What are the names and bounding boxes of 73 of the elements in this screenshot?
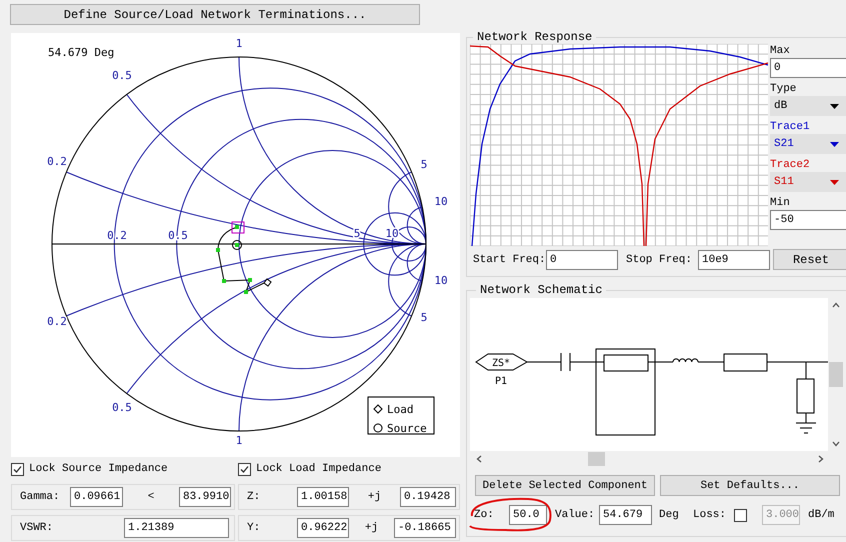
dropdown-caret-icon — [830, 142, 839, 146]
port-symbol: ZS* — [492, 358, 510, 369]
input-field[interactable]: 0.96222 — [297, 518, 349, 538]
chart-label: 1 — [236, 37, 242, 50]
field-label: Y: — [247, 522, 262, 534]
reset-button[interactable]: Reset — [773, 249, 846, 270]
chart-label: 10 — [434, 274, 448, 287]
set-defaults-button[interactable]: Set Defaults... — [660, 475, 840, 496]
input-field[interactable]: 0.19428 — [400, 487, 456, 507]
chart-label: 10 — [434, 195, 448, 208]
chart-label: 5 — [420, 158, 428, 171]
field-label: Value: — [555, 509, 596, 521]
input-field[interactable]: 10e9 — [698, 250, 770, 270]
field-label: Loss: — [693, 509, 728, 521]
unit-label: dB/m — [808, 509, 834, 521]
input-field[interactable]: 1.00158 — [297, 487, 349, 507]
input-field[interactable]: -50 — [770, 210, 846, 230]
chart-label: 0.2 — [47, 155, 67, 168]
panel-title: Network Schematic — [479, 283, 604, 297]
input-field[interactable]: 83.9910 — [178, 487, 231, 507]
field-label: Start Freq: — [473, 254, 546, 266]
input-field[interactable]: 1.21389 — [124, 518, 229, 538]
trace-dropdown[interactable]: S21 — [770, 134, 846, 154]
checkbox[interactable] — [734, 508, 747, 522]
field-label: Stop Freq: — [626, 254, 694, 266]
angle-symbol: < — [148, 491, 154, 503]
type-dropdown[interactable]: dB — [770, 96, 846, 116]
trace-dropdown[interactable]: S11 — [770, 172, 846, 192]
field-label: VSWR: — [20, 522, 54, 534]
scrollbar-thumb[interactable] — [588, 452, 605, 466]
field-label: Z: — [247, 491, 262, 503]
field-label: Zo: — [474, 509, 495, 521]
input-field[interactable]: 50.0 — [509, 505, 547, 525]
field-label: Max — [770, 45, 791, 58]
chart-label: 0.5 — [112, 69, 132, 82]
legend-label: Load — [387, 403, 414, 416]
scroll-right-icon[interactable] — [818, 455, 824, 463]
legend-label: Source — [387, 422, 427, 435]
unit-label: Deg — [659, 509, 680, 521]
scroll-down-icon[interactable] — [832, 441, 840, 447]
checkbox-label: Lock Source Impedance — [29, 463, 168, 475]
chart-label: 0.2 — [47, 315, 67, 328]
field-label: Min — [770, 197, 791, 210]
checkbox-label: Lock Load Impedance — [256, 463, 382, 475]
dropdown-caret-icon — [830, 104, 839, 108]
diamond-icon — [373, 404, 383, 414]
imaginary-unit: +j — [368, 491, 382, 503]
panel-title: Network Response — [476, 30, 594, 44]
define-terminations-button[interactable]: Define Source/Load Network Terminations... — [10, 4, 420, 25]
trace-label: Trace2 — [770, 159, 811, 172]
legend-box — [368, 396, 434, 434]
angle-readout: 54.679 Deg — [48, 46, 114, 59]
input-field[interactable]: 0 — [770, 58, 846, 78]
input-field[interactable]: -0.18665 — [394, 518, 456, 538]
imaginary-unit: +j — [364, 522, 378, 534]
scroll-left-icon[interactable] — [476, 455, 482, 463]
trace-label: Trace1 — [770, 121, 811, 134]
checkbox[interactable] — [238, 462, 251, 476]
field-label: Gamma: — [20, 491, 61, 503]
input-field[interactable]: 0.09661 — [70, 487, 123, 507]
field-label: Type — [770, 83, 798, 96]
chart-label: 1 — [236, 434, 242, 447]
circle-icon — [374, 424, 382, 432]
scroll-up-icon[interactable] — [832, 302, 840, 308]
checkbox[interactable] — [11, 462, 24, 476]
input-field[interactable]: 54.679 — [599, 505, 652, 525]
input-field[interactable]: 0 — [546, 250, 618, 270]
chart-label: 0.5 — [112, 401, 132, 414]
port-label: P1 — [494, 376, 508, 387]
chart-label: 5 — [420, 311, 428, 324]
delete-component-button[interactable]: Delete Selected Component — [475, 475, 655, 496]
scrollbar-thumb[interactable] — [829, 362, 843, 387]
dropdown-caret-icon — [830, 180, 839, 184]
